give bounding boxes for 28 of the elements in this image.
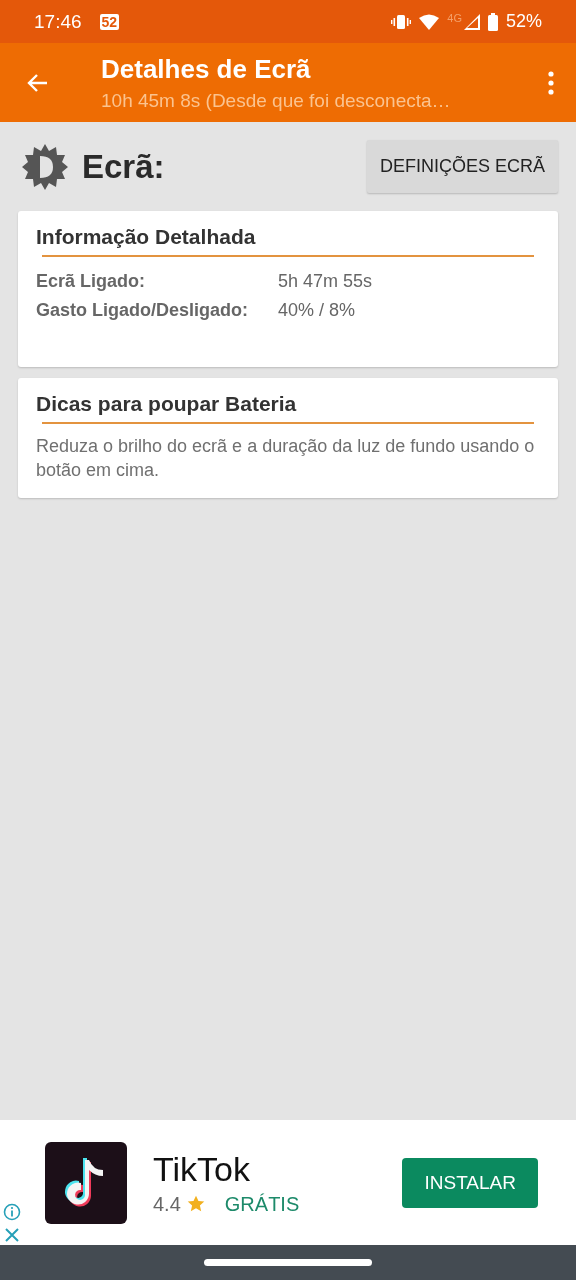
signal-icon — [463, 13, 480, 30]
info-label: Gasto Ligado/Desligado: — [36, 299, 250, 322]
music-note-icon — [45, 1141, 127, 1224]
star-icon — [186, 1195, 205, 1213]
clock: 17:46 — [34, 10, 82, 33]
battery-icon — [487, 12, 498, 31]
app-rating: 4.4 — [153, 1192, 181, 1216]
section-title: Ecrã: — [82, 147, 165, 186]
vibrate-icon — [391, 13, 412, 30]
info-value: 40% / 8% — [278, 299, 356, 322]
tip-text: Reduza o brilho do ecrã e a duração da luz de fundo usando o botão em cima. — [36, 435, 536, 482]
card-title: Dicas para poupar Bateria — [36, 392, 298, 416]
network-label: 4G — [447, 12, 462, 24]
info-icon[interactable] — [3, 1203, 21, 1221]
screen-subtitle: 10h 45m 8s (Desde que foi desconecta… — [101, 89, 452, 112]
close-icon[interactable] — [4, 1227, 20, 1243]
notification-badge: 52 — [99, 13, 120, 30]
app-name: TikTok — [153, 1149, 251, 1189]
card-title: Informação Detalhada — [36, 225, 257, 249]
battery-percentage: 52% — [505, 11, 542, 32]
info-value: 5h 47m 55s — [278, 270, 373, 293]
more-options-icon[interactable] — [548, 70, 554, 95]
install-button[interactable]: INSTALAR — [402, 1157, 538, 1208]
app-price: GRÁTIS — [224, 1192, 300, 1216]
info-label: Ecrã Ligado: — [36, 270, 147, 293]
display-settings-button[interactable]: DEFINIÇÕES ECRÃ — [366, 140, 558, 193]
screen-title: Detalhes de Ecrã — [101, 53, 312, 85]
wifi-icon — [419, 13, 440, 30]
